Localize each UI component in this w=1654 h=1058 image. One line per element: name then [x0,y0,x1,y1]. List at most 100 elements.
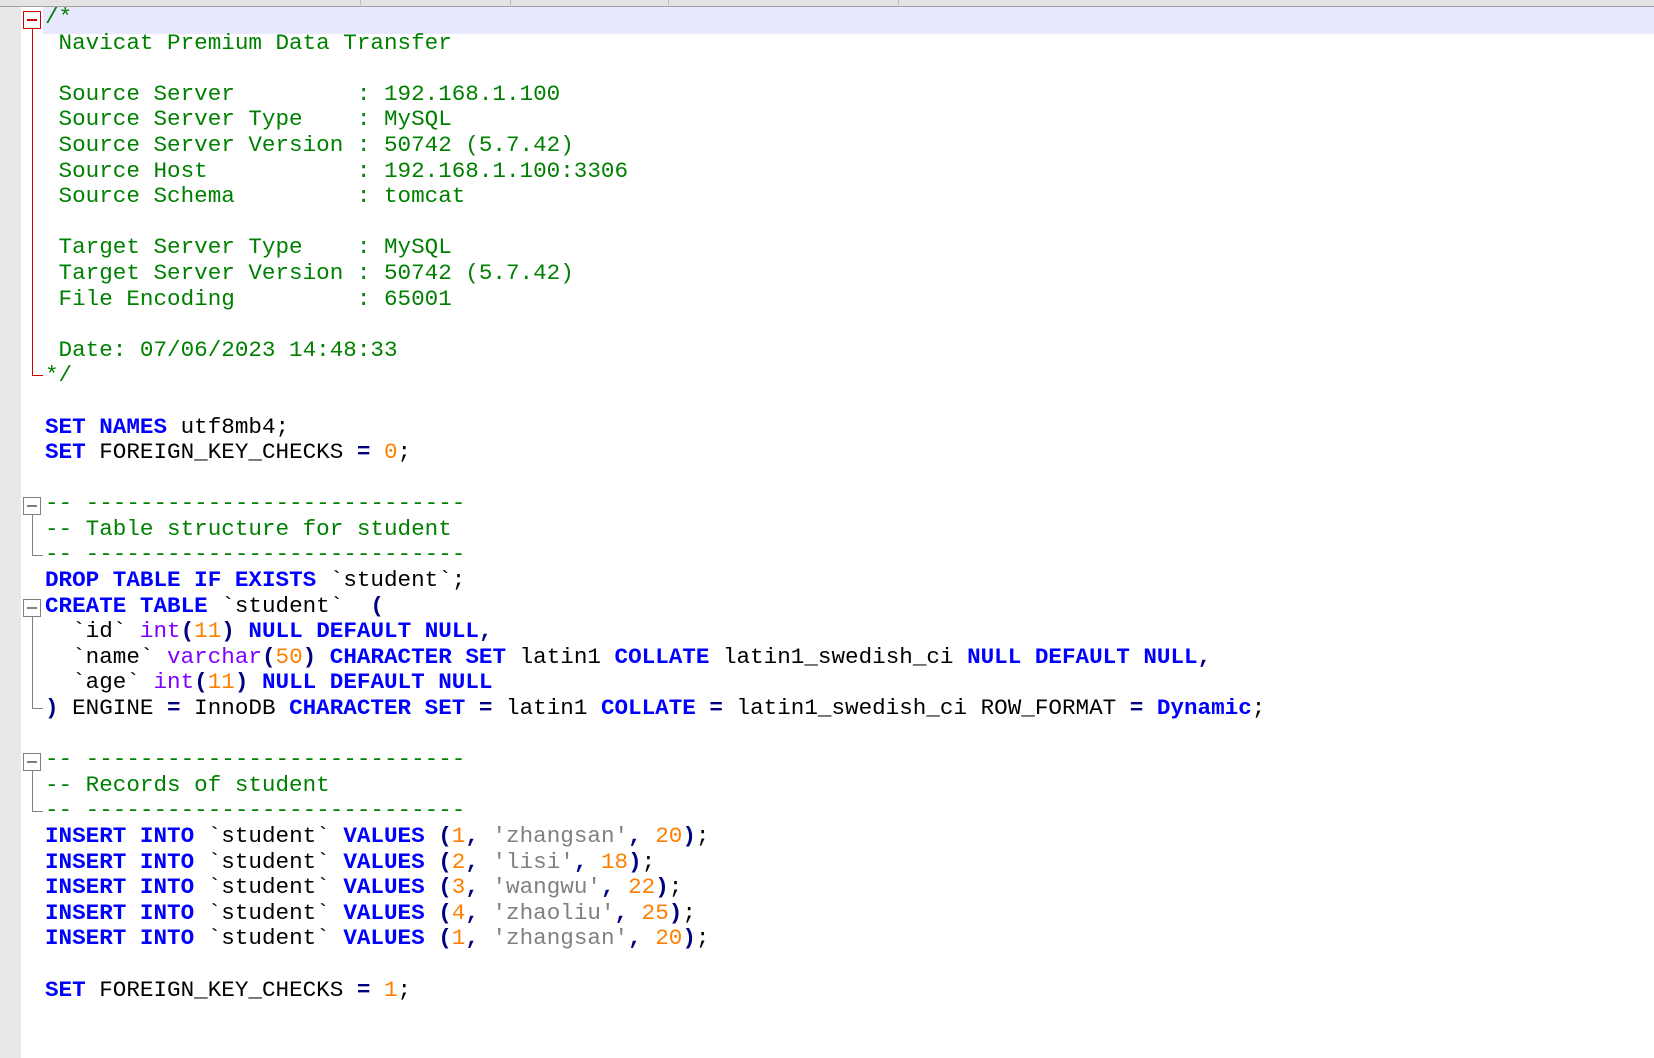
code-line[interactable]: SET NAMES utf8mb4; [45,414,1265,441]
code-line[interactable]: -- Table structure for student [45,515,1265,543]
code-line[interactable]: File Encoding : 65001 [45,286,1265,313]
fold-toggle-icon[interactable] [23,11,41,29]
code-token: -- Records of student [45,771,330,798]
code-line[interactable]: CREATE TABLE `student` ( [45,592,1265,620]
code-token: ( [370,592,384,619]
code-token: , [478,618,493,645]
line-number-gutter[interactable] [0,7,21,1058]
code-line[interactable]: -- ---------------------------- [45,746,1265,773]
code-token: INSERT [45,823,127,849]
code-line[interactable]: Source Server : 192.168.1.100 [45,80,1265,108]
code-line[interactable]: */ [45,363,1265,389]
code-token: NULL [261,669,317,696]
code-line[interactable]: /* [45,4,1265,31]
code-token: , [628,925,642,952]
code-line[interactable]: `age` int(11) NULL DEFAULT NULL [45,670,1265,696]
code-line[interactable] [45,389,1265,415]
code-token: 1 [451,823,466,849]
code-line[interactable]: INSERT INTO `student` VALUES (3, 'wangwu… [45,874,1265,901]
code-line[interactable]: INSERT INTO `student` VALUES (1, 'zhangs… [45,823,1265,850]
code-line[interactable] [45,312,1265,338]
code-line[interactable]: Source Host : 192.168.1.100:3306 [45,158,1265,185]
code-line[interactable]: SET FOREIGN_KEY_CHECKS = 0; [45,439,1265,466]
code-line[interactable]: Target Server Version : 50742 (5.7.42) [45,259,1265,287]
code-token: ; [695,925,710,952]
code-line[interactable]: `name` varchar(50) CHARACTER SET latin1 … [45,643,1265,671]
code-token: Source Server : 192.168.1.100 [45,80,561,107]
code-token: Date: 07/06/2023 14:48:33 [45,336,398,363]
code-token: INSERT [45,925,127,952]
code-token: SET [465,643,507,670]
code-token: ; [682,899,696,926]
code-line[interactable]: Source Server Type : MySQL [45,107,1265,133]
code-line[interactable] [45,210,1265,236]
code-token: , [1197,643,1212,670]
code-line[interactable] [45,722,1265,748]
code-line[interactable] [45,466,1265,492]
code-line[interactable]: INSERT INTO `student` VALUES (1, 'zhangs… [45,926,1265,952]
code-token: Source Server Version : 50742 (5.7.42) [45,131,574,158]
code-token: ( [438,899,452,926]
code-line[interactable]: Source Schema : tomcat [45,183,1265,210]
code-token: 'zhangsan' [492,823,629,849]
code-token: FOREIGN_KEY_CHECKS [85,439,357,466]
code-token: VALUES [343,848,425,875]
code-line[interactable]: `id` int(11) NULL DEFAULT NULL, [45,618,1265,645]
code-token: = [478,695,493,722]
code-line[interactable]: SET FOREIGN_KEY_CHECKS = 1; [45,976,1265,1004]
code-token: FOREIGN_KEY_CHECKS [85,976,357,1003]
code-token: INTO [139,823,195,849]
code-area[interactable]: /* Navicat Premium Data Transfer Source … [45,4,1265,1004]
code-token: DEFAULT [329,669,425,696]
code-line[interactable]: -- ---------------------------- [45,490,1265,517]
code-token: 1 [383,976,398,1003]
code-line[interactable]: Source Server Version : 50742 (5.7.42) [45,131,1265,159]
code-token: /* [45,4,73,30]
code-token: INTO [139,848,195,875]
fold-margin[interactable] [21,7,43,1058]
code-token: DROP [45,567,100,594]
code-editor[interactable]: /* Navicat Premium Data Transfer Source … [0,0,1654,1058]
code-line[interactable]: INSERT INTO `student` VALUES (4, 'zhaoli… [45,899,1265,927]
fold-toggle-icon[interactable] [23,599,41,617]
code-token: -- Table structure for student [45,515,452,542]
fold-toggle-icon[interactable] [23,497,41,515]
code-line[interactable]: -- ---------------------------- [45,798,1265,824]
code-token: DEFAULT [316,618,412,645]
code-line[interactable]: -- Records of student [45,771,1265,799]
code-token: NULL [1143,643,1198,670]
code-line[interactable]: Target Server Type : MySQL [45,235,1265,261]
code-token: 22 [628,874,656,901]
code-line[interactable]: INSERT INTO `student` VALUES (2, 'lisi',… [45,848,1265,876]
code-token: , [465,925,479,952]
code-token: 'wangwu' [492,874,601,901]
code-token: NULL [248,618,303,645]
code-line[interactable] [45,56,1265,82]
fold-guide-end [32,811,43,812]
code-token: 0 [383,439,398,466]
code-token: `student` [194,925,344,952]
code-line[interactable]: DROP TABLE IF EXISTS `student`; [45,567,1265,594]
code-line[interactable]: Navicat Premium Data Transfer [45,30,1265,57]
code-token: 'zhaoliu' [492,899,615,926]
code-line[interactable]: ) ENGINE = InnoDB CHARACTER SET = latin1… [45,695,1265,722]
code-token: , [628,823,642,849]
code-token: IF [194,567,222,594]
fold-toggle-icon[interactable] [23,753,41,771]
code-token: `student` [207,592,371,619]
code-line[interactable]: Date: 07/06/2023 14:48:33 [45,336,1265,364]
code-line[interactable]: -- ---------------------------- [45,542,1265,568]
code-token: , [465,899,479,926]
code-token: Target Server Version : 50742 (5.7.42) [45,259,574,286]
code-token: VALUES [343,899,425,926]
code-line[interactable] [45,952,1265,978]
